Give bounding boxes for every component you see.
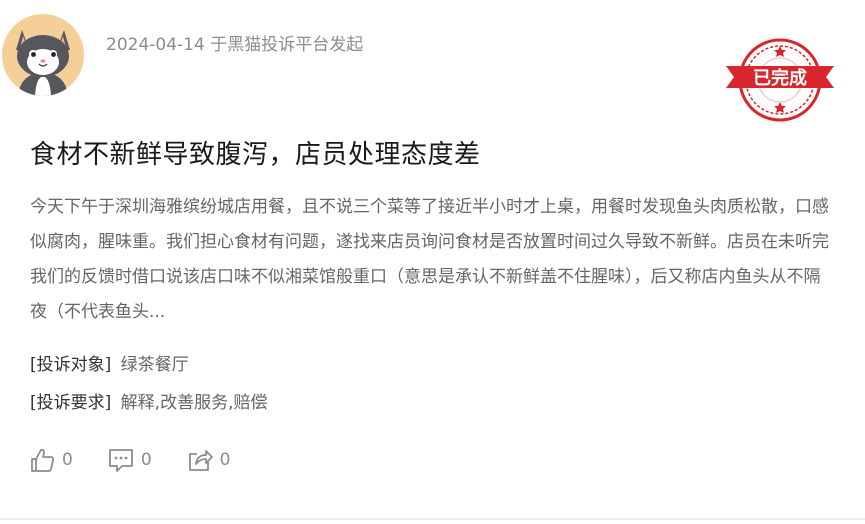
like-count: 0 bbox=[62, 450, 73, 470]
post-platform: 于黑猫投诉平台发起 bbox=[210, 35, 364, 55]
post-meta: 2024-04-14 于黑猫投诉平台发起 bbox=[106, 30, 363, 55]
like-button[interactable]: 0 bbox=[28, 446, 73, 474]
complaint-target-label: [投诉对象] bbox=[30, 355, 112, 375]
action-bar: 0 0 0 bbox=[28, 446, 264, 474]
status-stamp: 已完成 bbox=[718, 38, 842, 130]
avatar[interactable] bbox=[2, 14, 84, 96]
comment-count: 0 bbox=[140, 450, 152, 470]
share-button[interactable]: 0 bbox=[186, 446, 231, 474]
post-date: 2024-04-14 bbox=[106, 35, 205, 55]
complaint-target: [投诉对象] 绿茶餐厅 bbox=[30, 350, 189, 375]
thumbs-up-icon bbox=[31, 448, 54, 472]
complaint-target-value[interactable]: 绿茶餐厅 bbox=[121, 355, 189, 375]
comment-icon bbox=[108, 449, 133, 472]
post-title[interactable]: 食材不新鲜导致腹泻，店员处理态度差 bbox=[30, 134, 481, 171]
status-badge-text: 已完成 bbox=[753, 67, 807, 89]
cat-avatar-icon bbox=[2, 14, 84, 96]
divider bbox=[0, 518, 865, 520]
completed-stamp-icon: 已完成 bbox=[726, 38, 834, 122]
post-body: 今天下午于深圳海雅缤纷城店用餐，且不说三个菜等了接近半小时才上桌，用餐时发现鱼头… bbox=[30, 197, 829, 322]
comment-button[interactable]: 0 bbox=[107, 446, 152, 474]
complaint-request-value: 解释,改善服务,赔偿 bbox=[120, 393, 268, 413]
share-count: 0 bbox=[219, 450, 231, 470]
share-icon bbox=[188, 450, 213, 471]
complaint-request: [投诉要求] 解释,改善服务,赔偿 bbox=[30, 388, 267, 413]
complaint-request-label: [投诉要求] bbox=[30, 393, 112, 413]
